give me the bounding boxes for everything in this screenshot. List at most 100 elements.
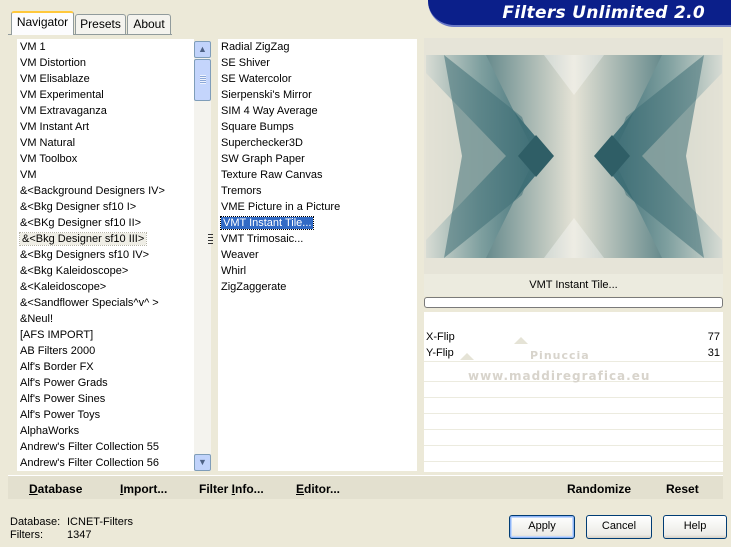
filter-list[interactable]: Radial ZigZag SE Shiver SE Watercolor Sierp… — [208, 39, 417, 471]
param-label: Y-Flip — [426, 347, 454, 359]
progress-bar — [424, 297, 723, 308]
category-item-label: &<Sandflower Specials^v^ > — [20, 297, 159, 309]
filter-item[interactable]: VME Picture in a Picture — [218, 199, 417, 215]
filter-item[interactable]: Weaver — [218, 247, 417, 263]
category-item-label: AB Filters 2000 — [20, 345, 96, 357]
tab-navigator[interactable]: Navigator — [11, 11, 74, 35]
category-item-label: AlphaWorks — [20, 425, 80, 437]
category-item[interactable]: VM Experimental — [17, 87, 194, 103]
database-label: Database: — [10, 516, 61, 528]
scroll-up-arrow-icon[interactable]: ▲ — [194, 41, 211, 58]
filter-item-label: VMT Instant Tile... — [219, 216, 315, 230]
filter-item-label: VMT Trimosaic... — [221, 233, 304, 245]
scroll-down-arrow-icon[interactable]: ▼ — [194, 454, 211, 471]
cancel-button[interactable]: Cancel — [586, 515, 652, 539]
filter-item[interactable]: SIM 4 Way Average — [218, 103, 417, 119]
category-item-label: &<Bkg Designer sf10 I> — [20, 201, 137, 213]
category-item[interactable]: VM Natural — [17, 135, 194, 151]
category-item-label: VM 1 — [20, 41, 46, 53]
filter-item[interactable]: SE Watercolor — [218, 71, 417, 87]
category-item[interactable]: VM — [17, 167, 194, 183]
category-list[interactable]: VM 1 VM Distortion VM Elisablaze VM Experim… — [17, 39, 194, 471]
category-item-label: Alf's Power Toys — [20, 409, 101, 421]
randomize-link[interactable]: Randomize — [567, 482, 631, 496]
filter-item[interactable]: VMT Instant Tile... — [218, 215, 417, 231]
category-item[interactable]: VM Extravaganza — [17, 103, 194, 119]
database-link[interactable]: Database — [29, 482, 82, 496]
category-item[interactable]: VM Distortion — [17, 55, 194, 71]
param-label: X-Flip — [426, 331, 455, 343]
category-item-label: VM Elisablaze — [20, 73, 90, 85]
filter-item-label: SE Watercolor — [221, 73, 292, 85]
category-item[interactable]: &<Bkg Designer sf10 III> — [17, 231, 194, 247]
slider-thumb-icon[interactable] — [460, 353, 474, 360]
category-item[interactable]: Andrew's Filter Collection 55 — [17, 439, 194, 455]
category-item-label: &<BKg Designer sf10 II> — [20, 217, 142, 229]
filter-item[interactable]: Square Bumps — [218, 119, 417, 135]
param-row[interactable]: X-Flip 77 — [424, 329, 723, 346]
slider-thumb-icon[interactable] — [514, 337, 528, 344]
category-item[interactable]: AlphaWorks — [17, 423, 194, 439]
filter-item-label: Radial ZigZag — [221, 41, 290, 53]
category-item-label: &Neul! — [20, 313, 54, 325]
filter-item-label: SE Shiver — [221, 57, 270, 69]
filter-item[interactable]: Radial ZigZag — [218, 39, 417, 55]
category-item[interactable]: VM Instant Art — [17, 119, 194, 135]
database-link-accel: D — [29, 482, 38, 496]
category-item[interactable]: AB Filters 2000 — [17, 343, 194, 359]
filter-item[interactable]: SW Graph Paper — [218, 151, 417, 167]
category-item[interactable]: VM Toolbox — [17, 151, 194, 167]
filter-item[interactable]: Texture Raw Canvas — [218, 167, 417, 183]
category-item[interactable]: Alf's Power Grads — [17, 375, 194, 391]
category-item-label: Andrew's Filter Collection 55 — [20, 441, 160, 453]
category-item[interactable]: &<BKg Designer sf10 II> — [17, 215, 194, 231]
scroll-thumb[interactable] — [194, 59, 211, 101]
category-item[interactable]: &<Bkg Kaleidoscope> — [17, 263, 194, 279]
filter-item[interactable]: Tremors — [218, 183, 417, 199]
category-item[interactable]: &<Background Designers IV> — [17, 183, 194, 199]
category-item-label: &<Kaleidoscope> — [20, 281, 107, 293]
filter-item[interactable]: ZigZaggerate — [218, 279, 417, 295]
category-scrollbar[interactable]: ▲ ▼ — [194, 41, 211, 471]
category-item[interactable]: VM 1 — [17, 39, 194, 55]
category-item[interactable]: &<Bkg Designers sf10 IV> — [17, 247, 194, 263]
grip-icon — [200, 75, 206, 84]
filter-item[interactable]: Superchecker3D — [218, 135, 417, 151]
category-item-label: [AFS IMPORT] — [20, 329, 94, 341]
tab-presets-label: Presets — [80, 17, 121, 31]
empty-param-row — [424, 445, 723, 462]
filter-item[interactable]: SE Shiver — [218, 55, 417, 71]
database-value: ICNET-Filters — [67, 516, 133, 528]
filter-item-label: ZigZaggerate — [221, 281, 287, 293]
filter-item[interactable]: Whirl — [218, 263, 417, 279]
reset-link[interactable]: Reset — [666, 482, 699, 496]
app-title: Filters Unlimited 2.0 — [502, 3, 705, 23]
help-button[interactable]: Help — [663, 515, 727, 539]
category-item-label: VM Instant Art — [20, 121, 90, 133]
tab-presets[interactable]: Presets — [75, 14, 126, 34]
import-link[interactable]: Import... — [120, 482, 167, 496]
category-item[interactable]: &<Bkg Designer sf10 I> — [17, 199, 194, 215]
filter-item-label: Superchecker3D — [221, 137, 303, 149]
category-item[interactable]: &<Sandflower Specials^v^ > — [17, 295, 194, 311]
editor-link[interactable]: Editor... — [296, 482, 340, 496]
filter-item[interactable]: VMT Trimosaic... — [208, 231, 417, 247]
tab-about[interactable]: About — [127, 14, 171, 34]
category-item[interactable]: Andrew's Filter Collection 56 — [17, 455, 194, 471]
category-item[interactable]: VM Elisablaze — [17, 71, 194, 87]
category-item[interactable]: Alf's Power Toys — [17, 407, 194, 423]
watermark-url: www.maddiregrafica.eu — [468, 369, 651, 383]
apply-button[interactable]: Apply — [509, 515, 575, 539]
category-item[interactable]: &Neul! — [17, 311, 194, 327]
filter-info-link[interactable]: Filter Info... — [199, 482, 264, 496]
category-item[interactable]: [AFS IMPORT] — [17, 327, 194, 343]
category-item[interactable]: Alf's Power Sines — [17, 391, 194, 407]
filter-item-label: Weaver — [221, 249, 259, 261]
filter-item[interactable]: Sierpenski's Mirror — [218, 87, 417, 103]
category-item[interactable]: &<Kaleidoscope> — [17, 279, 194, 295]
category-item-label: Alf's Power Sines — [20, 393, 106, 405]
filter-item-label: SW Graph Paper — [221, 153, 305, 165]
category-item[interactable]: Alf's Border FX — [17, 359, 194, 375]
editor-link-text: ditor... — [304, 482, 341, 496]
category-item-label: &<Bkg Designer sf10 III> — [18, 232, 148, 246]
